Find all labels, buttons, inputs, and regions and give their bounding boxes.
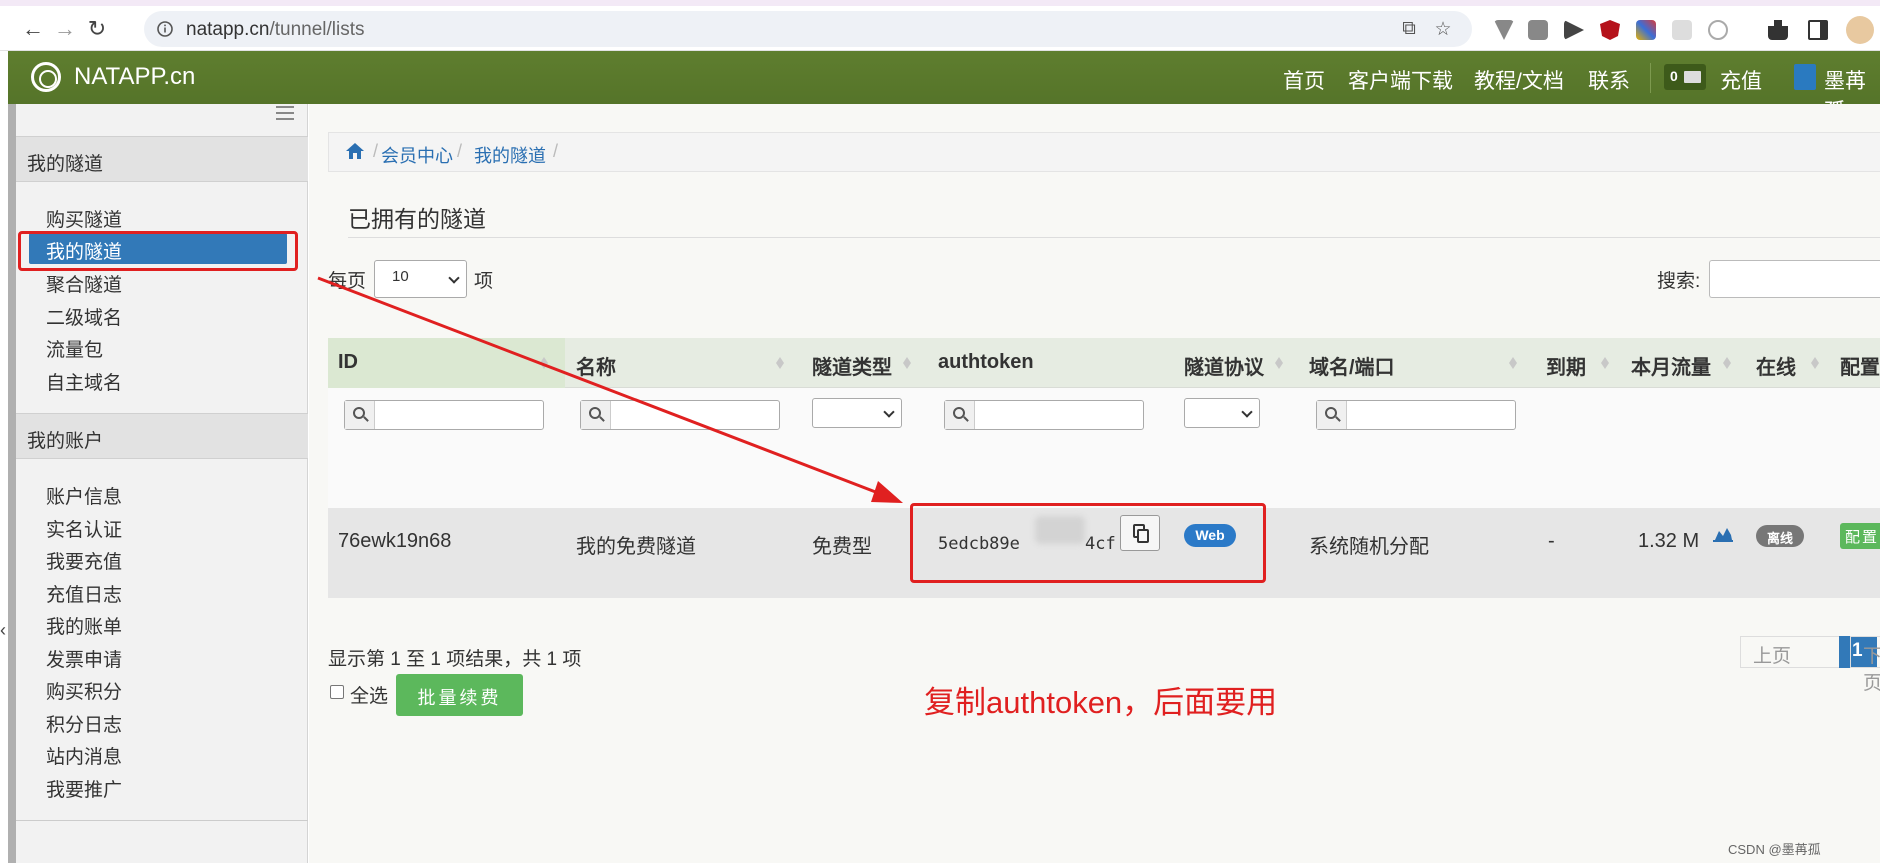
annotation-arrow (317, 276, 903, 503)
watermark: CSDN @墨苒孤 (1728, 842, 1821, 857)
annotation-text: 复制authtoken，后面要用 (924, 685, 1278, 720)
